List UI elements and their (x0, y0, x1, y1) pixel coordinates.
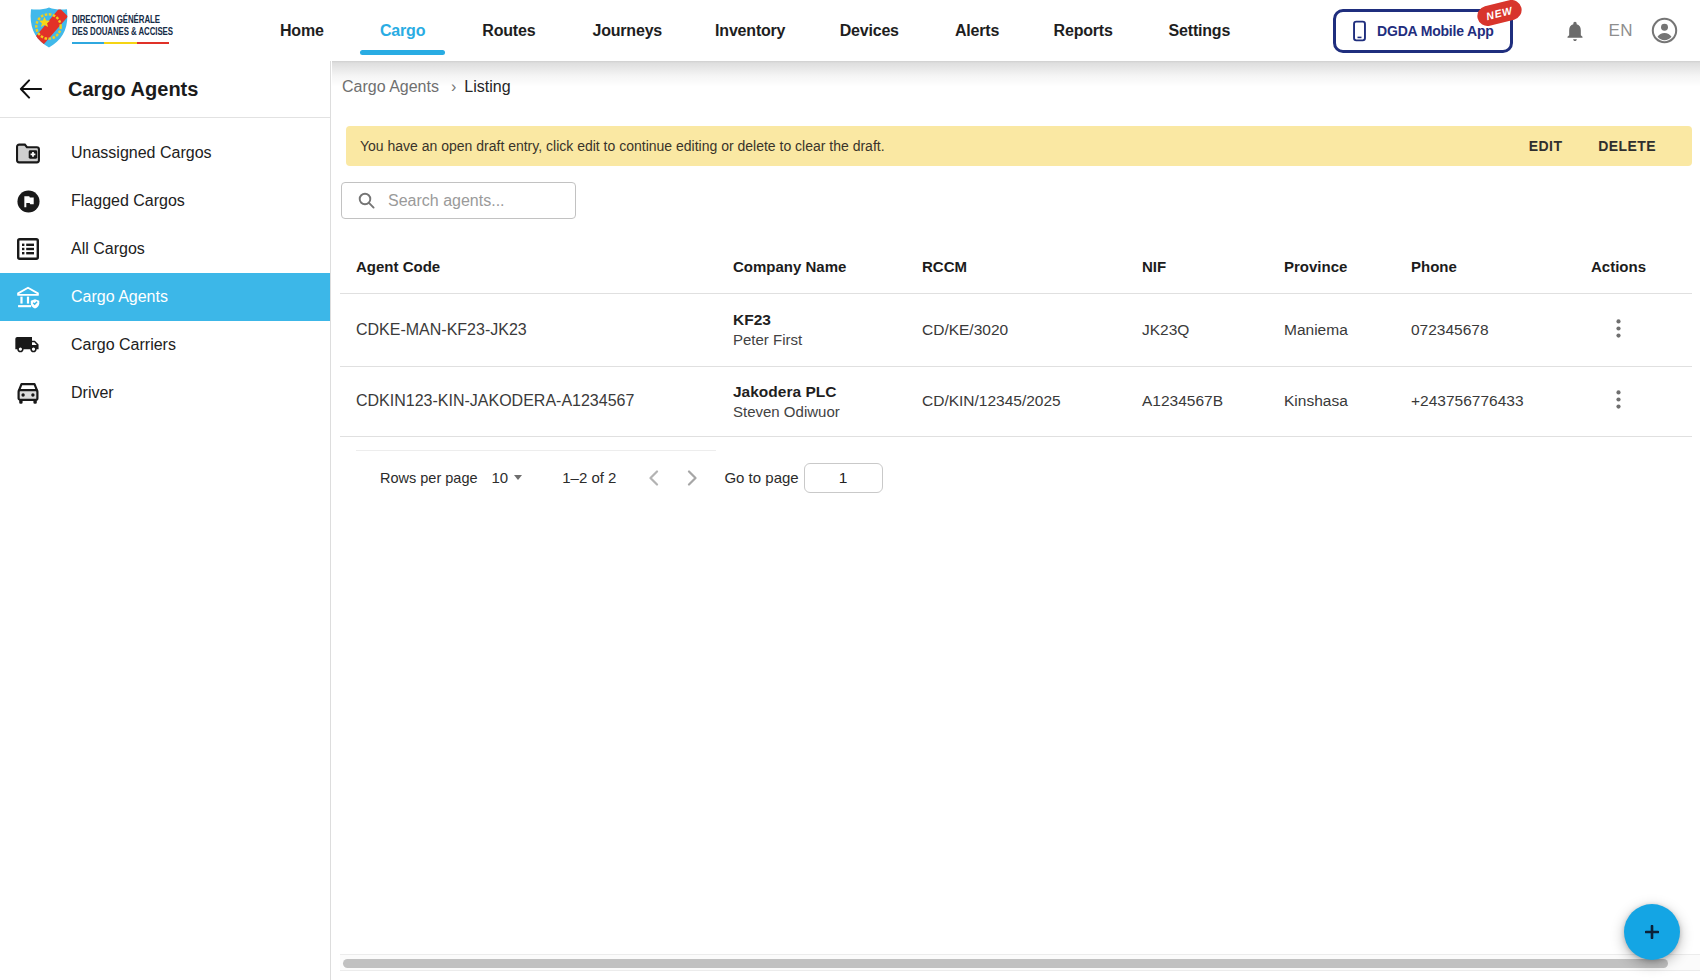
nav-item-alerts[interactable]: Alerts (955, 0, 999, 61)
plus-icon (1645, 925, 1659, 939)
row-actions-menu-icon[interactable] (1610, 313, 1627, 347)
cell-nif: JK23Q (1126, 293, 1268, 366)
next-page-icon[interactable] (681, 464, 704, 492)
column-header-phone: Phone (1395, 240, 1545, 293)
column-header-province: Province (1268, 240, 1395, 293)
sidebar-item-all-cargos[interactable]: All Cargos (0, 225, 330, 273)
table-header-row: Agent Code Company Name RCCM NIF Provinc… (340, 240, 1692, 293)
nav-item-inventory[interactable]: Inventory (715, 0, 785, 61)
company-name: Jakodera PLC (733, 381, 906, 402)
nav-item-routes[interactable]: Routes (482, 0, 535, 61)
search-input[interactable] (388, 192, 565, 210)
row-actions-menu-icon[interactable] (1610, 384, 1627, 418)
go-to-page-input[interactable] (804, 463, 883, 493)
list-box-icon (15, 237, 41, 261)
top-navigation-bar: DIRECTION GÉNÉRALE DES DOUANES & ACCISES… (0, 0, 1700, 61)
nav-item-journeys[interactable]: Journeys (593, 0, 663, 61)
column-header-nif: NIF (1126, 240, 1268, 293)
cell-nif: A1234567B (1126, 366, 1268, 436)
horizontal-scrollbar-track[interactable] (340, 954, 1700, 971)
language-selector[interactable]: EN (1608, 21, 1633, 41)
rows-per-page-label: Rows per page (380, 470, 478, 486)
add-agent-fab[interactable] (1624, 904, 1680, 960)
sidebar-item-cargo-agents[interactable]: Cargo Agents (0, 273, 330, 321)
cell-agent-code: CDKE-MAN-KF23-JK23 (340, 293, 717, 366)
sidebar-item-label: Driver (71, 384, 114, 402)
cell-phone: 072345678 (1395, 293, 1545, 366)
cell-company: Jakodera PLC Steven Odiwuor (717, 366, 906, 436)
cell-actions (1545, 293, 1692, 366)
rows-per-page-select[interactable]: 10 (492, 469, 523, 486)
pagination-range: 1–2 of 2 (562, 469, 616, 486)
smartphone-icon (1353, 20, 1366, 42)
caret-down-icon (514, 475, 522, 480)
account-avatar-icon[interactable] (1651, 17, 1678, 44)
sidebar-item-driver[interactable]: Driver (0, 369, 330, 417)
pagination-bar: Rows per page 10 1–2 of 2 Go to page (340, 451, 1692, 505)
nav-item-home[interactable]: Home (280, 0, 324, 61)
draft-warning-banner: You have an open draft entry, click edit… (346, 126, 1692, 166)
sidebar-item-label: Flagged Cargos (71, 192, 185, 210)
draft-warning-message: You have an open draft entry, click edit… (360, 138, 885, 154)
edit-draft-button[interactable]: EDIT (1523, 134, 1569, 158)
sidebar-item-flagged-cargos[interactable]: Flagged Cargos (0, 177, 330, 225)
previous-page-icon[interactable] (642, 464, 665, 492)
breadcrumb-current: Listing (464, 78, 510, 96)
cell-rccm: CD/KIN/12345/2025 (906, 366, 1126, 436)
search-icon (358, 192, 375, 209)
table-row[interactable]: CDKE-MAN-KF23-JK23 KF23 Peter First CD/K… (340, 293, 1692, 366)
nav-item-reports[interactable]: Reports (1054, 0, 1113, 61)
dgda-mobile-app-button[interactable]: DGDA Mobile App NEW (1333, 9, 1513, 53)
topbar-right-controls: DGDA Mobile App NEW EN (1333, 0, 1678, 61)
cell-province: Maniema (1268, 293, 1395, 366)
flag-circle-icon (15, 189, 41, 214)
main-content: Cargo Agents › Listing You have an open … (332, 61, 1700, 980)
contact-person: Peter First (733, 330, 906, 350)
car-icon (15, 382, 41, 404)
cell-province: Kinshasa (1268, 366, 1395, 436)
table-row[interactable]: CDKIN123-KIN-JAKODERA-A1234567 Jakodera … (340, 366, 1692, 436)
sidebar-item-label: Cargo Agents (71, 288, 168, 306)
folder-plus-icon (15, 143, 41, 164)
rows-per-page-value: 10 (492, 469, 509, 486)
column-header-agent-code: Agent Code (340, 240, 717, 293)
sidebar-header: Cargo Agents (0, 61, 330, 118)
agents-table: Agent Code Company Name RCCM NIF Provinc… (340, 240, 1692, 437)
horizontal-scrollbar-thumb[interactable] (343, 959, 1668, 968)
sidebar-menu: Unassigned Cargos Flagged Cargos (0, 118, 330, 417)
cell-phone: +243756776433 (1395, 366, 1545, 436)
nav-item-devices[interactable]: Devices (840, 0, 899, 61)
column-header-actions: Actions (1545, 240, 1692, 293)
sidebar-item-cargo-carriers[interactable]: Cargo Carriers (0, 321, 330, 369)
breadcrumb-separator-icon: › (451, 78, 456, 96)
go-to-page-label: Go to page (724, 469, 798, 486)
breadcrumb: Cargo Agents › Listing (340, 61, 1692, 96)
company-name: KF23 (733, 309, 906, 330)
sidebar-item-label: Cargo Carriers (71, 336, 176, 354)
contact-person: Steven Odiwuor (733, 402, 906, 422)
cell-rccm: CD/KE/3020 (906, 293, 1126, 366)
column-header-company-name: Company Name (717, 240, 906, 293)
notifications-bell-icon[interactable] (1565, 19, 1585, 43)
column-header-rccm: RCCM (906, 240, 1126, 293)
nav-item-settings[interactable]: Settings (1169, 0, 1231, 61)
breadcrumb-section[interactable]: Cargo Agents (342, 78, 439, 96)
truck-icon (15, 336, 41, 355)
back-arrow-icon[interactable] (19, 79, 42, 99)
sidebar-item-label: Unassigned Cargos (71, 144, 212, 162)
sidebar-item-label: All Cargos (71, 240, 145, 258)
nav-item-cargo[interactable]: Cargo (380, 0, 425, 61)
sidebar: Cargo Agents Unassigned Cargos Flagged C… (0, 61, 331, 980)
delete-draft-button[interactable]: DELETE (1592, 134, 1662, 158)
cell-agent-code: CDKIN123-KIN-JAKODERA-A1234567 (340, 366, 717, 436)
sidebar-item-unassigned-cargos[interactable]: Unassigned Cargos (0, 129, 330, 177)
search-box (341, 182, 576, 219)
mobile-app-label: DGDA Mobile App (1377, 23, 1494, 39)
cell-actions (1545, 366, 1692, 436)
new-badge: NEW (1476, 0, 1524, 28)
sidebar-title: Cargo Agents (68, 78, 198, 101)
cell-company: KF23 Peter First (717, 293, 906, 366)
bank-shield-icon (15, 284, 41, 311)
